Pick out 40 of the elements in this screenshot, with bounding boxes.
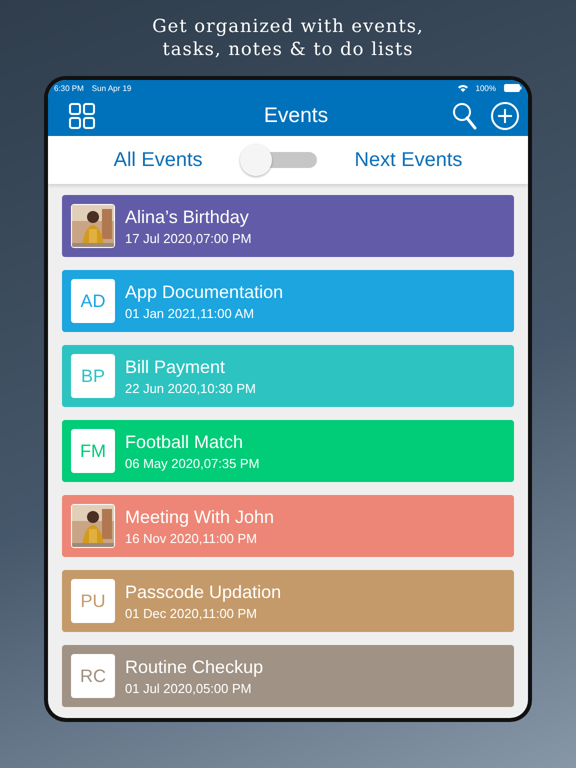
search-icon[interactable] xyxy=(452,102,478,130)
event-card[interactable]: FM Football Match 06 May 2020,07:35 PM xyxy=(62,420,514,482)
event-date: 22 Jun 2020,10:30 PM xyxy=(125,380,256,396)
battery-percent: 100% xyxy=(476,84,496,92)
event-title: App Documentation xyxy=(125,282,284,302)
event-date: 01 Dec 2020,11:00 PM xyxy=(125,606,258,620)
initials-avatar: RC xyxy=(71,654,115,698)
initials-avatar: PU xyxy=(71,579,115,623)
event-card[interactable]: PU Passcode Updation 01 Dec 2020,11:00 PM xyxy=(62,570,514,632)
all-events-label[interactable]: All Events xyxy=(114,148,203,172)
status-date: Sun Apr 19 xyxy=(92,84,132,92)
event-date: 16 Nov 2020,11:00 PM xyxy=(125,530,258,546)
event-date: 06 May 2020,07:35 PM xyxy=(125,456,260,470)
event-title: Routine Checkup xyxy=(125,656,264,678)
event-title: Football Match xyxy=(125,432,244,452)
event-card[interactable]: RC Routine Checkup 01 Jul 2020,05:00 PM xyxy=(62,645,514,707)
event-title: Passcode Updation xyxy=(125,582,282,602)
grid-icon[interactable] xyxy=(68,102,96,130)
event-date: 01 Jan 2021,11:00 AM xyxy=(125,306,256,320)
event-card[interactable]: Meeting With John 16 Nov 2020,11:00 PM xyxy=(62,495,514,557)
event-date: 17 Jul 2020,07:00 PM xyxy=(125,230,252,246)
initials-avatar: FM xyxy=(71,429,115,473)
toggle-switch[interactable] xyxy=(238,143,319,177)
next-events-label[interactable]: Next Events xyxy=(354,148,462,172)
event-title: Bill Payment xyxy=(125,356,226,378)
event-title: Alina’s Birthday xyxy=(125,206,250,228)
initials-avatar: AD xyxy=(71,279,115,323)
event-date: 01 Jul 2020,05:00 PM xyxy=(125,680,252,696)
event-card[interactable]: AD App Documentation 01 Jan 2021,11:00 AM xyxy=(62,270,514,332)
status-time: 6:30 PM xyxy=(54,84,84,92)
event-card[interactable]: BP Bill Payment 22 Jun 2020,10:30 PM xyxy=(62,345,514,407)
initials-avatar: BP xyxy=(71,354,115,398)
wifi-icon xyxy=(458,84,468,92)
event-card[interactable]: Alina’s Birthday 17 Jul 2020,07:00 PM xyxy=(62,195,514,257)
event-title: Meeting With John xyxy=(125,506,274,528)
add-icon[interactable] xyxy=(490,101,520,131)
battery-icon xyxy=(504,84,522,92)
screen-title: Events xyxy=(262,104,330,128)
headline: tasks, notes & to do lists xyxy=(162,38,414,61)
headline: Get organized with events, xyxy=(152,15,424,38)
